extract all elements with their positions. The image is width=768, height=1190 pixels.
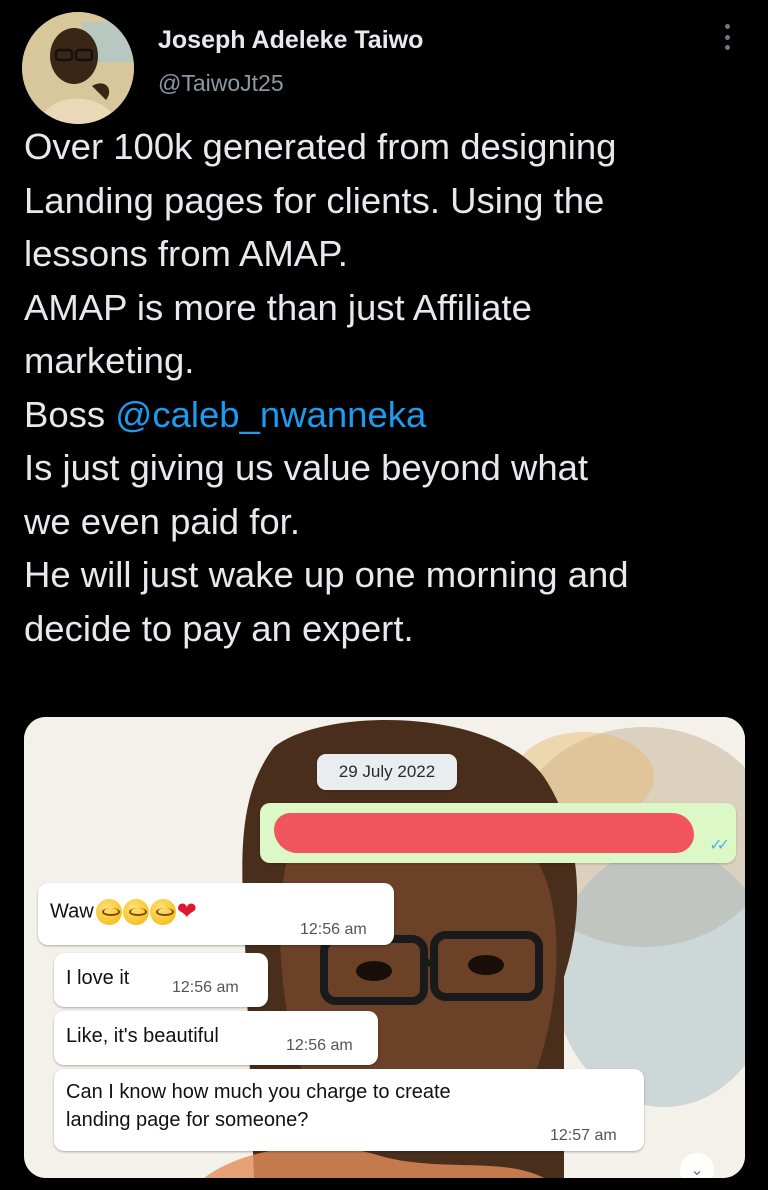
message-text: I love it bbox=[66, 967, 130, 989]
tweet-line: decide to pay an expert. bbox=[24, 607, 414, 649]
message-text: Like, it's beautiful bbox=[66, 1025, 219, 1047]
tweet-media-image[interactable]: 29 July 2022 ✓✓ Waw❤ 12:56 am .bubble:nt… bbox=[24, 717, 745, 1178]
message-time: 12:56 am bbox=[172, 979, 239, 996]
red-heart-emoji: ❤ bbox=[176, 898, 197, 925]
tweet-line: He will just wake up one morning and bbox=[24, 554, 629, 595]
tweet-line: marketing. bbox=[24, 340, 195, 381]
message-text: Can I know how much you charge to create bbox=[66, 1081, 451, 1103]
tweet-text: Over 100k generated from designing Landi… bbox=[24, 120, 754, 655]
message-text: Waw bbox=[50, 900, 94, 923]
tweet-line: Over 100k generated from designing bbox=[24, 126, 617, 167]
message-time: 12:56 am bbox=[300, 921, 367, 938]
tweet-line: Is just giving us value beyond what bbox=[24, 447, 589, 488]
author-avatar[interactable] bbox=[22, 12, 134, 124]
tweet-line: we even paid for. bbox=[24, 500, 300, 542]
chat-date-divider: 29 July 2022 bbox=[317, 754, 457, 790]
message-time: 12:56 am bbox=[286, 1037, 353, 1054]
received-message-bubble: Waw ❤ 12:56 am bbox=[38, 883, 394, 945]
more-options-icon[interactable] bbox=[718, 24, 736, 50]
read-receipt-icon: ✓✓ bbox=[709, 837, 730, 854]
smiling-face-with-hearts-emoji bbox=[149, 899, 176, 925]
received-message-bubble: I love it 12:56 am bbox=[54, 953, 268, 1007]
message-text-row: Waw ❤ bbox=[50, 899, 197, 925]
tweet-line-mention: Boss @caleb_nwanneka bbox=[24, 388, 754, 442]
tweet-line: AMAP is more than just Affiliate bbox=[24, 286, 532, 328]
hot-face-emoji bbox=[122, 899, 149, 925]
message-time: 12:57 am bbox=[550, 1127, 617, 1144]
tweet-line: lessons from AMAP. bbox=[24, 233, 348, 274]
author-display-name[interactable]: Joseph Adeleke Taiwo bbox=[158, 26, 423, 55]
avatar-photo bbox=[22, 12, 134, 124]
received-message-bubble: Can I know how much you charge to create… bbox=[54, 1069, 644, 1151]
tweet-line-prefix: Boss bbox=[24, 393, 116, 435]
mention-link[interactable]: @caleb_nwanneka bbox=[115, 394, 426, 435]
redaction-mark bbox=[274, 813, 694, 853]
sent-message-bubble: ✓✓ bbox=[260, 803, 736, 863]
received-message-bubble: Like, it's beautiful 12:56 am bbox=[54, 1011, 378, 1065]
author-handle[interactable]: @TaiwoJt25 bbox=[158, 70, 284, 97]
hot-face-emoji bbox=[95, 899, 122, 925]
emoji-group: ❤ bbox=[95, 898, 197, 925]
message-text: landing page for someone? bbox=[66, 1109, 309, 1131]
tweet-line: Landing pages for clients. Using the bbox=[24, 179, 605, 221]
